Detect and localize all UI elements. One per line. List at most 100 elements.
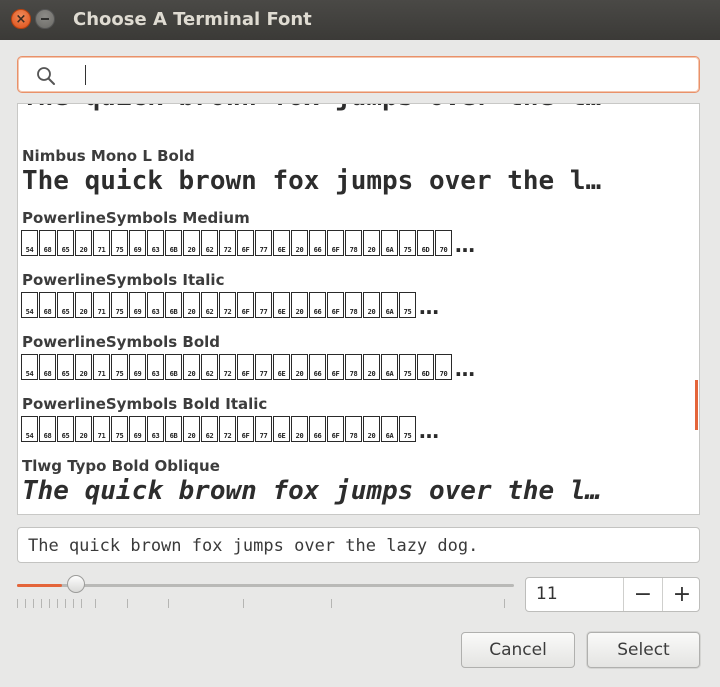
font-size-value[interactable]: 11 — [536, 578, 558, 611]
missing-glyph-box: 6A — [381, 230, 398, 256]
minimize-icon[interactable] — [35, 9, 55, 29]
select-button[interactable]: Select — [587, 632, 700, 668]
missing-glyph-box: 72 — [219, 416, 236, 442]
font-list-item[interactable]: PowerlineSymbols Italic 54 68 65 20 71 75 69 63 6… — [18, 268, 699, 330]
font-list-item[interactable]: Tlwg Typo Bold Oblique The quick brown fo… — [18, 454, 699, 514]
missing-glyph-box: 66 — [309, 416, 326, 442]
missing-glyph-box: 78 — [345, 292, 362, 318]
text-caret — [85, 65, 86, 85]
missing-glyph-box: 6A — [381, 292, 398, 318]
font-name-label: Nimbus Mono L Bold — [22, 147, 195, 165]
ellipsis: … — [455, 233, 475, 257]
missing-glyph-box: 20 — [75, 230, 92, 256]
cancel-button[interactable]: Cancel — [461, 632, 575, 668]
font-size-slider[interactable] — [17, 575, 514, 617]
search-box[interactable] — [17, 56, 700, 93]
slider-tick — [168, 599, 169, 608]
search-input[interactable] — [66, 61, 686, 88]
missing-glyph-box: 20 — [363, 354, 380, 380]
missing-glyph-box: 6B — [165, 230, 182, 256]
missing-glyph-box: 75 — [399, 416, 416, 442]
preview-field[interactable] — [17, 527, 700, 563]
missing-glyph-box: 20 — [363, 230, 380, 256]
scrollbar-indicator[interactable] — [695, 380, 698, 430]
font-list-item[interactable]: PowerlineSymbols Medium 54 68 65 20 71 75 69 63 6… — [18, 206, 699, 268]
missing-glyph-box: 71 — [93, 292, 110, 318]
missing-glyph-box: 63 — [147, 416, 164, 442]
missing-glyph-box: 63 — [147, 292, 164, 318]
font-sample-text: The quick brown fox jumps over the l… — [22, 104, 690, 112]
font-name-label: Tlwg Typo Bold Oblique — [22, 457, 220, 475]
font-list-item[interactable]: PowerlineSymbols Bold Italic 54 68 65 20 71 75… — [18, 392, 699, 454]
slider-ticks — [17, 599, 514, 611]
missing-glyph-box: 70 — [435, 230, 452, 256]
missing-glyph-box: 72 — [219, 292, 236, 318]
missing-glyph-box: 69 — [129, 230, 146, 256]
missing-glyph-box: 20 — [291, 354, 308, 380]
slider-handle[interactable] — [67, 575, 85, 593]
missing-glyph-box: 68 — [39, 354, 56, 380]
slider-tick — [243, 599, 244, 608]
missing-glyph-box: 66 — [309, 292, 326, 318]
missing-glyph-box: 6E — [273, 416, 290, 442]
slider-tick — [17, 599, 18, 608]
preview-input[interactable] — [28, 532, 688, 559]
slider-fill — [17, 584, 62, 587]
missing-glyph-box: 72 — [219, 354, 236, 380]
font-name-label: PowerlineSymbols Bold — [22, 333, 221, 351]
slider-tick — [65, 599, 66, 608]
missing-glyph-box: 6A — [381, 354, 398, 380]
missing-glyph-box: 75 — [111, 416, 128, 442]
font-list-content: The quick brown fox jumps over the l… Nim… — [18, 104, 699, 514]
slider-tick — [33, 599, 34, 608]
decrease-button[interactable]: − — [623, 578, 662, 611]
missing-glyph-box: 75 — [111, 354, 128, 380]
missing-glyph-box: 68 — [39, 416, 56, 442]
font-list-item[interactable]: PowerlineSymbols Bold 54 68 65 20 71 75 69 63 6B 2… — [18, 330, 699, 392]
font-list-item[interactable]: The quick brown fox jumps over the l… — [18, 104, 699, 144]
missing-glyph-box: 6F — [327, 230, 344, 256]
slider-tick — [504, 599, 505, 608]
missing-glyph-box: 71 — [93, 230, 110, 256]
missing-glyph-box: 6D — [417, 354, 434, 380]
missing-glyph-box: 20 — [75, 416, 92, 442]
missing-glyph-box: 75 — [111, 230, 128, 256]
slider-track[interactable] — [17, 584, 514, 587]
missing-glyph-box: 20 — [363, 292, 380, 318]
ellipsis: … — [419, 419, 439, 443]
missing-glyph-box: 20 — [291, 416, 308, 442]
missing-glyph-box: 72 — [219, 230, 236, 256]
missing-glyph-box: 6F — [237, 416, 254, 442]
missing-glyph-box: 75 — [399, 354, 416, 380]
font-sample-glyph-boxes: 54 68 65 20 71 75 69 63 6B 20 62 72 6F 77 6E 20 66 6F 78 20… — [21, 416, 696, 444]
slider-tick — [81, 599, 82, 608]
missing-glyph-box: 6D — [417, 230, 434, 256]
missing-glyph-box: 62 — [201, 416, 218, 442]
close-icon[interactable]: × — [11, 9, 31, 29]
missing-glyph-box: 54 — [21, 354, 38, 380]
missing-glyph-box: 54 — [21, 416, 38, 442]
missing-glyph-box: 77 — [255, 354, 272, 380]
increase-button[interactable]: + — [662, 578, 701, 611]
missing-glyph-box: 20 — [75, 354, 92, 380]
missing-glyph-box: 6E — [273, 354, 290, 380]
slider-tick — [73, 599, 74, 608]
missing-glyph-box: 6F — [327, 292, 344, 318]
missing-glyph-box: 6B — [165, 292, 182, 318]
missing-glyph-box: 77 — [255, 230, 272, 256]
font-list[interactable]: The quick brown fox jumps over the l… Nim… — [17, 103, 700, 515]
missing-glyph-box: 66 — [309, 230, 326, 256]
font-list-item[interactable]: Nimbus Mono L Bold The quick brown fox ju… — [18, 144, 699, 206]
missing-glyph-box: 71 — [93, 416, 110, 442]
slider-tick — [127, 599, 128, 608]
missing-glyph-box: 54 — [21, 230, 38, 256]
missing-glyph-box: 6B — [165, 354, 182, 380]
missing-glyph-box: 6F — [237, 354, 254, 380]
font-size-spinbutton[interactable]: 11 − + — [525, 577, 700, 612]
missing-glyph-box: 68 — [39, 230, 56, 256]
slider-tick — [41, 599, 42, 608]
missing-glyph-box: 65 — [57, 292, 74, 318]
missing-glyph-box: 6F — [327, 354, 344, 380]
missing-glyph-box: 62 — [201, 354, 218, 380]
font-sample-glyph-boxes: 54 68 65 20 71 75 69 63 6B 20 62 72 6F 77 6E 20 66 6F 78 20… — [21, 354, 696, 382]
